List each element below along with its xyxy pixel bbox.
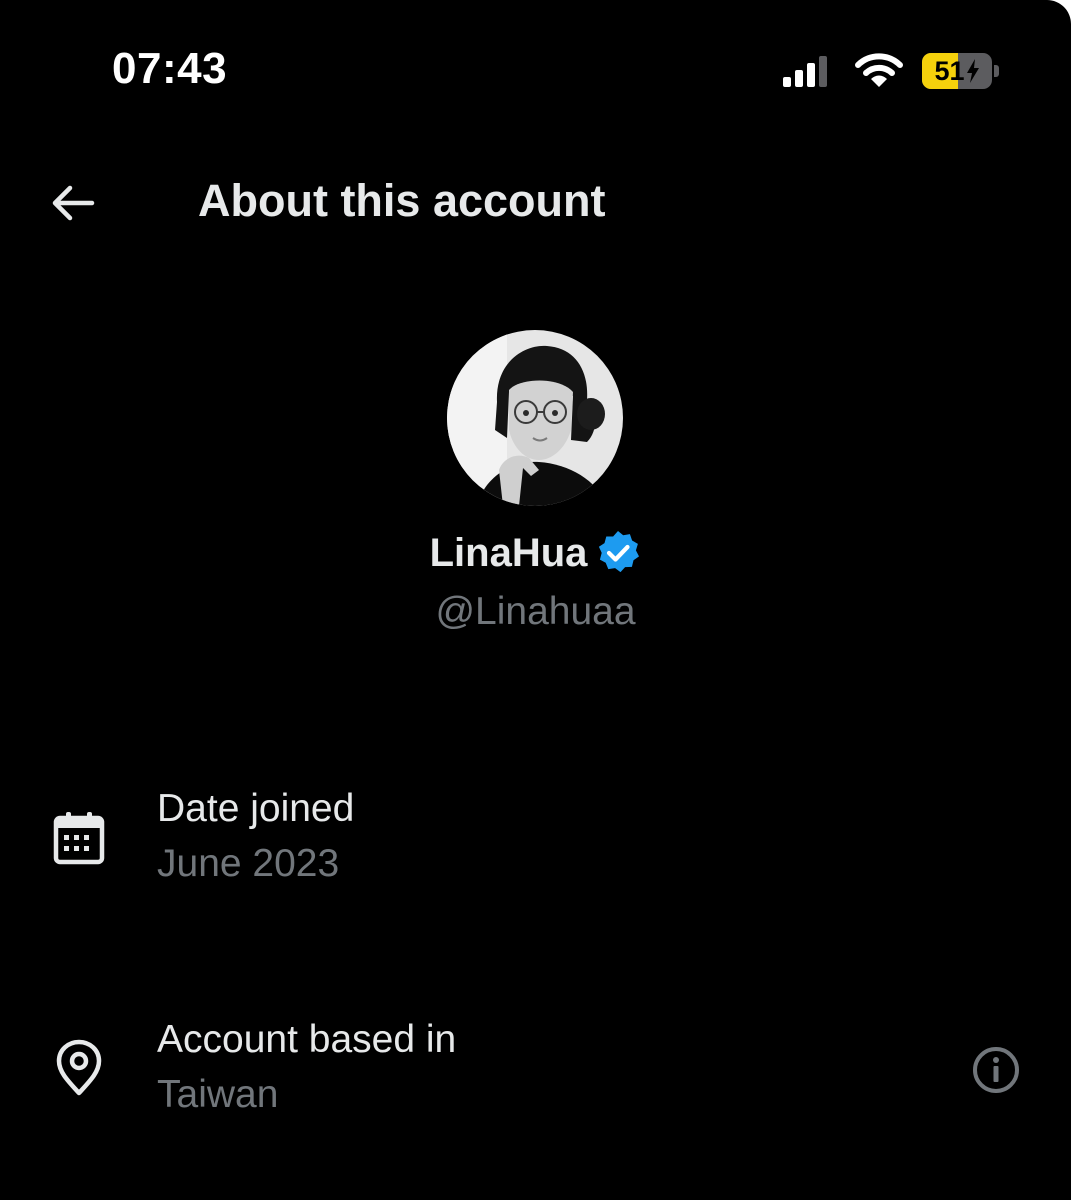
battery-icon: 51 [922, 53, 992, 89]
avatar[interactable] [447, 330, 623, 506]
account-based-in-label: Account based in [157, 1018, 457, 1061]
account-location-icon-slot [51, 1039, 107, 1096]
account-based-in-value: Taiwan [157, 1073, 279, 1116]
charging-bolt-icon [966, 59, 979, 83]
battery-level: 51 [934, 55, 965, 86]
location-pin-icon [56, 1039, 102, 1096]
name-row: LinaHua [0, 530, 1071, 576]
verified-badge-icon[interactable] [595, 530, 641, 576]
info-button[interactable] [968, 1042, 1024, 1098]
page-title: About this account [198, 175, 606, 226]
battery-label: 51 [922, 53, 992, 89]
arrow-left-icon [52, 185, 95, 221]
status-time: 07:43 [112, 44, 228, 93]
avatar-image [447, 330, 623, 506]
calendar-icon [53, 812, 105, 865]
back-button[interactable] [46, 176, 100, 230]
info-circle-icon [973, 1047, 1019, 1093]
battery-nub [994, 65, 999, 77]
date-joined-value: June 2023 [157, 842, 340, 885]
cellular-signal-icon [783, 56, 827, 87]
about-account-screen: 07:43 51 About this account LinaHua @Lin… [0, 0, 1071, 1200]
handle: @Linahuaa [435, 590, 636, 633]
wifi-icon [855, 53, 903, 87]
date-joined-label: Date joined [157, 787, 355, 830]
date-joined-icon-slot [51, 810, 107, 866]
display-name: LinaHua [429, 530, 588, 575]
